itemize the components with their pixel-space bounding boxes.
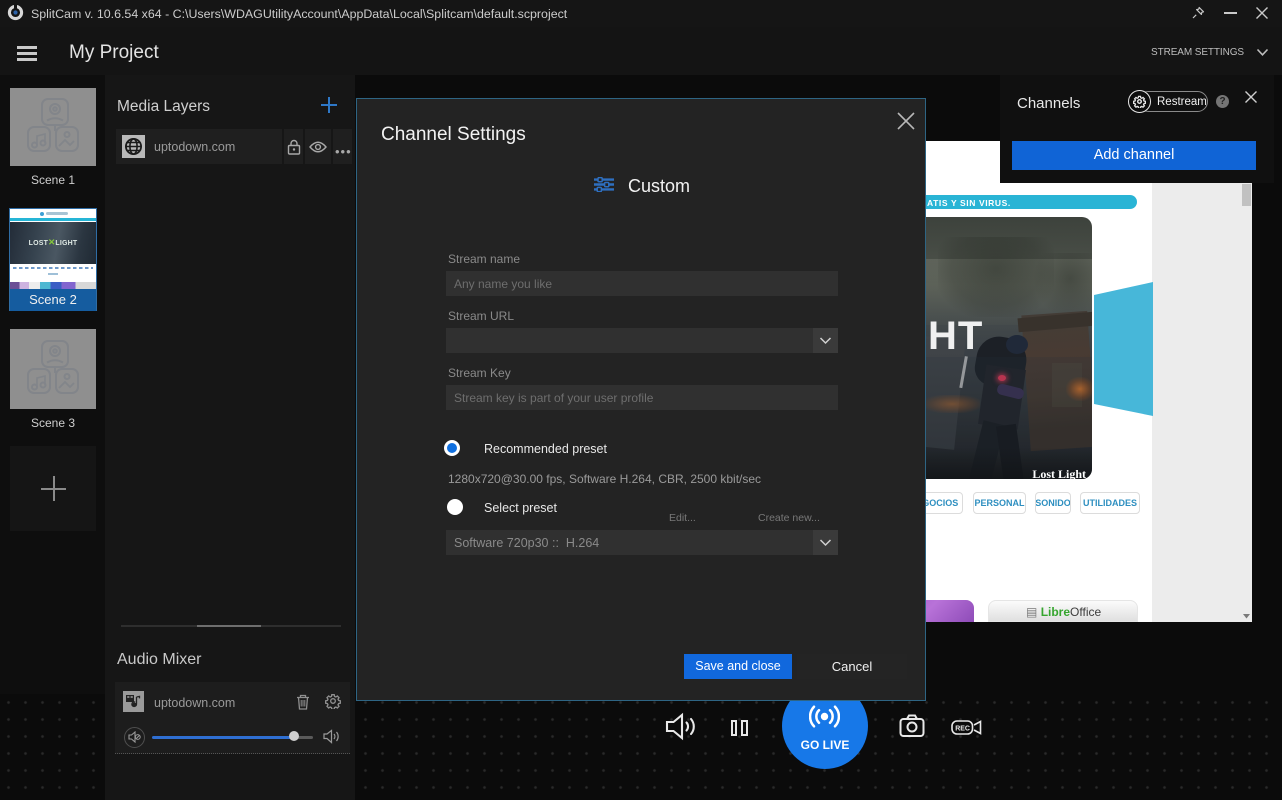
svg-text:REC: REC xyxy=(955,726,970,733)
